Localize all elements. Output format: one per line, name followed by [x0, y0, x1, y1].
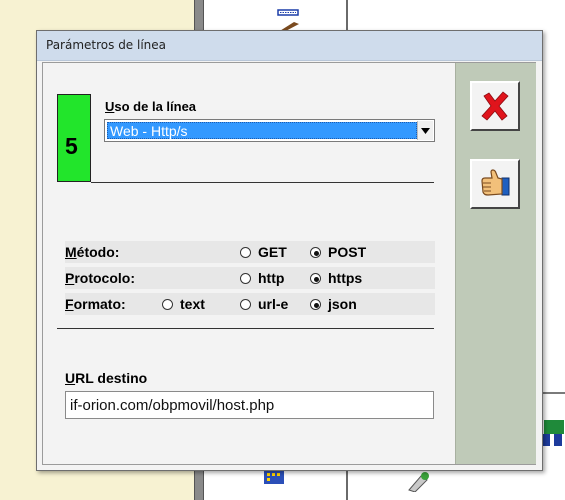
cancel-button[interactable] — [470, 81, 520, 131]
radio-formato-text[interactable]: text — [162, 293, 205, 315]
url-input[interactable] — [65, 391, 434, 419]
uso-selected-value: Web - Http/s — [107, 122, 417, 139]
radio-circle-icon — [240, 298, 251, 310]
radio-formato-url-e[interactable]: url-e — [240, 293, 288, 315]
separator-line — [91, 182, 434, 183]
protocolo-row: Protocolo: http https — [65, 267, 435, 289]
radio-circle-icon — [162, 298, 173, 310]
dropdown-arrow-icon[interactable] — [417, 121, 433, 140]
line-parameters-dialog: Parámetros de línea 5 Uso de la línea We… — [36, 30, 543, 471]
line-number: 5 — [65, 133, 78, 159]
radio-checked-icon — [310, 272, 321, 284]
radio-circle-icon — [240, 246, 251, 258]
formato-row: Formato: text url-e json — [65, 293, 435, 315]
uso-select[interactable]: Web - Http/s — [104, 119, 435, 142]
formato-label: Formato: — [65, 296, 126, 312]
uso-label: Uso de la línea — [105, 99, 197, 114]
line-number-badge: 5 — [57, 94, 91, 182]
radio-checked-icon — [310, 298, 321, 310]
separator-line — [57, 328, 434, 329]
url-label: URL destino — [65, 370, 148, 386]
radio-checked-icon — [310, 246, 321, 258]
radio-protocolo-https[interactable]: https — [310, 267, 362, 289]
radio-metodo-post[interactable]: POST — [310, 241, 366, 263]
network-icon — [542, 420, 564, 446]
protocolo-label: Protocolo: — [65, 270, 135, 286]
thumbs-up-icon — [481, 169, 510, 196]
action-sidebar — [455, 63, 536, 464]
radio-metodo-get[interactable]: GET — [240, 241, 287, 263]
dialog-content: 5 Uso de la línea Web - Http/s Método: G… — [42, 62, 536, 465]
red-x-icon — [481, 91, 509, 121]
metodo-label: Método: — [65, 244, 120, 260]
dialog-title: Parámetros de línea — [37, 31, 542, 61]
radio-circle-icon — [240, 272, 251, 284]
tool-icon — [408, 472, 429, 492]
radio-protocolo-http[interactable]: http — [240, 267, 284, 289]
metodo-row: Método: GET POST — [65, 241, 435, 263]
radio-formato-json[interactable]: json — [310, 293, 357, 315]
accept-button[interactable] — [470, 159, 520, 209]
